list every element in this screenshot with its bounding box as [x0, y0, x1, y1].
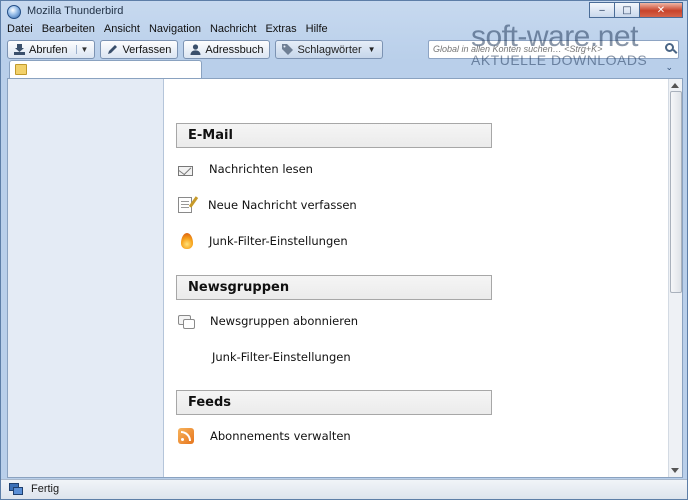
- write-label: Verfassen: [122, 43, 172, 56]
- tag-icon: [282, 44, 294, 55]
- get-messages-button[interactable]: Abrufen ▼: [7, 40, 96, 59]
- section-email-header: E-Mail: [176, 123, 492, 148]
- main-toolbar: Abrufen ▼ Verfassen Adressbuch Schlagwör…: [7, 40, 383, 59]
- menu-edit[interactable]: Bearbeiten: [42, 23, 95, 39]
- envelope-icon: [178, 166, 193, 176]
- menu-view[interactable]: Ansicht: [104, 23, 140, 39]
- junk-settings-mail-label: Junk-Filter-Einstellungen: [209, 234, 348, 248]
- menu-bar: Datei Bearbeiten Ansicht Navigation Nach…: [7, 23, 328, 39]
- scroll-thumb[interactable]: [670, 91, 682, 293]
- folder-pane[interactable]: [8, 79, 164, 477]
- tab-start[interactable]: [9, 60, 202, 79]
- chevron-down-icon[interactable]: ▼: [75, 45, 88, 54]
- menu-help[interactable]: Hilfe: [306, 23, 328, 39]
- maximize-icon: □: [622, 4, 632, 16]
- minimize-button[interactable]: ‒: [589, 2, 615, 18]
- menu-tools[interactable]: Extras: [265, 23, 296, 39]
- section-newsgroups-header: Newsgruppen: [176, 275, 492, 300]
- vertical-scrollbar[interactable]: [668, 79, 682, 477]
- tab-list-chevron-icon[interactable]: ⌄: [665, 63, 673, 73]
- close-icon: ✕: [656, 4, 666, 16]
- manage-subscriptions-label: Abonnements verwalten: [210, 429, 351, 443]
- pen-icon: [108, 45, 118, 54]
- junk-settings-mail-link[interactable]: Junk-Filter-Einstellungen: [178, 231, 348, 251]
- scroll-down-icon[interactable]: [671, 468, 679, 473]
- content-area: E-Mail Nachrichten lesen Neue Nachricht …: [7, 78, 683, 478]
- account-central: E-Mail Nachrichten lesen Neue Nachricht …: [164, 79, 668, 477]
- subscribe-newsgroups-link[interactable]: Newsgruppen abonnieren: [178, 311, 358, 331]
- menu-navigation[interactable]: Navigation: [149, 23, 201, 39]
- network-icon[interactable]: [9, 483, 23, 495]
- write-button[interactable]: Verfassen: [100, 40, 179, 59]
- compose-icon: [178, 197, 192, 213]
- read-messages-label: Nachrichten lesen: [209, 162, 313, 176]
- folder-icon: [15, 64, 27, 75]
- title-bar: Mozilla Thunderbird ‒ □ ✕: [1, 1, 687, 23]
- global-search-box[interactable]: [428, 40, 679, 59]
- compose-message-link[interactable]: Neue Nachricht verfassen: [178, 195, 357, 215]
- tags-button[interactable]: Schlagwörter ▼: [275, 40, 383, 59]
- address-book-button[interactable]: Adressbuch: [183, 40, 271, 59]
- rss-icon: [178, 428, 194, 444]
- newsgroup-icon: [178, 315, 195, 329]
- get-messages-label: Abrufen: [29, 43, 68, 56]
- address-book-label: Adressbuch: [205, 43, 264, 56]
- tags-label: Schlagwörter: [297, 43, 362, 56]
- compose-message-label: Neue Nachricht verfassen: [208, 198, 357, 212]
- window-controls: ‒ □ ✕: [589, 2, 683, 18]
- subscribe-newsgroups-label: Newsgruppen abonnieren: [210, 314, 359, 328]
- download-icon: [14, 44, 25, 55]
- maximize-button[interactable]: □: [614, 2, 640, 18]
- junk-fire-icon: [181, 233, 193, 249]
- junk-settings-news-label: Junk-Filter-Einstellungen: [212, 350, 351, 364]
- search-icon[interactable]: [665, 43, 674, 52]
- section-feeds-header: Feeds: [176, 390, 492, 415]
- junk-settings-news-link[interactable]: Junk-Filter-Einstellungen: [178, 347, 351, 367]
- manage-subscriptions-link[interactable]: Abonnements verwalten: [178, 426, 351, 446]
- minimize-icon: ‒: [598, 4, 606, 16]
- read-messages-link[interactable]: Nachrichten lesen: [178, 159, 313, 179]
- thunderbird-window: Mozilla Thunderbird ‒ □ ✕ Datei Bearbeit…: [0, 0, 688, 500]
- menu-file[interactable]: Datei: [7, 23, 33, 39]
- status-bar: Fertig: [1, 479, 687, 499]
- menu-message[interactable]: Nachricht: [210, 23, 256, 39]
- status-text: Fertig: [31, 483, 60, 495]
- thunderbird-icon: [7, 5, 21, 19]
- person-icon: [190, 44, 201, 55]
- window-title: Mozilla Thunderbird: [27, 5, 124, 17]
- chevron-down-icon: ▼: [367, 45, 376, 54]
- search-input[interactable]: [429, 41, 662, 57]
- close-button[interactable]: ✕: [639, 2, 683, 18]
- blank-icon: [178, 348, 196, 366]
- scroll-up-icon[interactable]: [671, 83, 679, 88]
